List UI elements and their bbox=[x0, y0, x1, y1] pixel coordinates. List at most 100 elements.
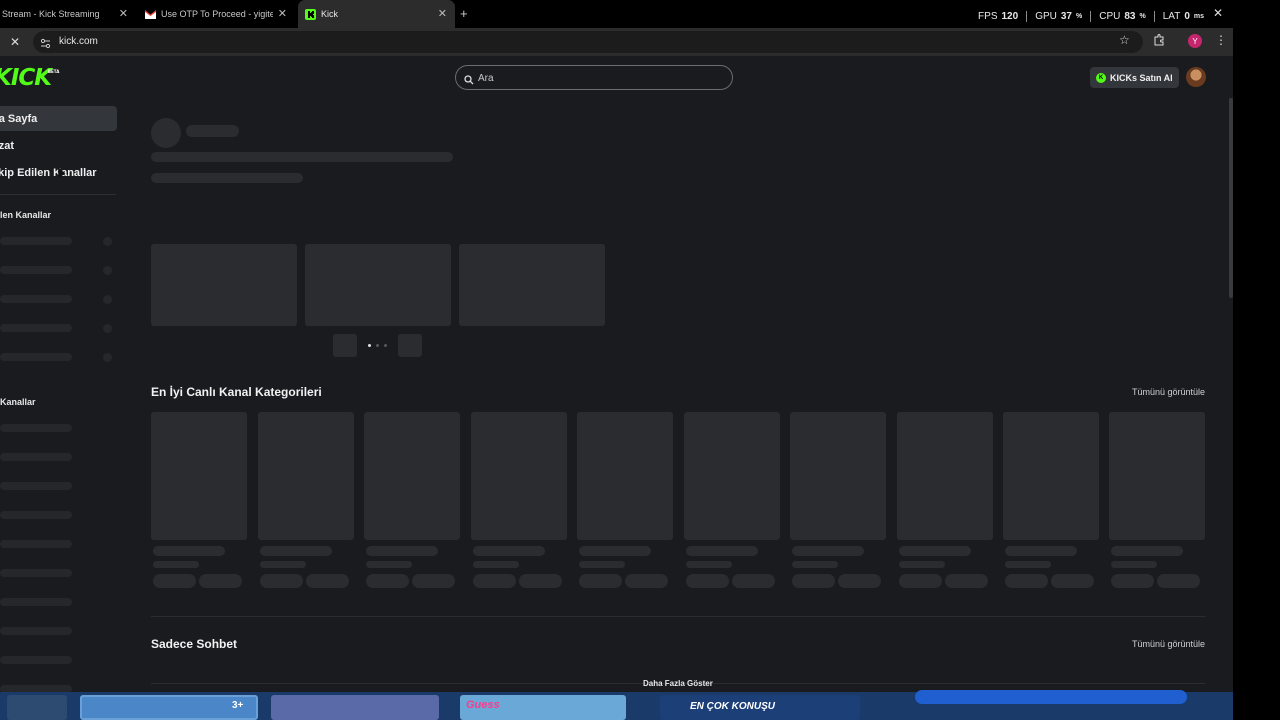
category-tag-skeleton bbox=[1005, 574, 1048, 588]
category-viewers-skeleton bbox=[1005, 561, 1051, 568]
channel-skeleton bbox=[0, 295, 72, 303]
channel-skeleton-dot bbox=[103, 353, 112, 362]
promo-thumbnail[interactable]: 3+ bbox=[80, 695, 258, 720]
promo-game-label: Guess bbox=[466, 699, 500, 711]
profile-avatar[interactable]: Y bbox=[1188, 34, 1202, 48]
carousel-dot-active[interactable] bbox=[368, 344, 371, 347]
category-tag-skeleton bbox=[519, 574, 562, 588]
category-tag-skeleton bbox=[473, 574, 516, 588]
address-bar: ✕ kick.com ☆ Y ⋮ bbox=[0, 28, 1233, 56]
show-more-button[interactable]: Daha Fazla Göster bbox=[643, 679, 713, 688]
sidebar-item-browse[interactable]: özat bbox=[0, 133, 117, 158]
categories-section-title: En İyi Canlı Kanal Kategorileri bbox=[151, 385, 322, 399]
search-icon bbox=[464, 72, 474, 90]
gpu-unit: % bbox=[1075, 13, 1083, 20]
bottom-promo-banner: 3+ Guess EN ÇOK KONUŞU bbox=[0, 690, 1233, 720]
promo-thumbnail[interactable]: EN ÇOK KONUŞU bbox=[660, 695, 860, 720]
carousel-card-skeleton[interactable] bbox=[459, 244, 605, 326]
category-card-skeleton[interactable] bbox=[790, 412, 886, 540]
channel-skeleton bbox=[0, 482, 72, 490]
omnibox[interactable]: kick.com bbox=[33, 31, 1143, 53]
channel-skeleton bbox=[0, 598, 72, 606]
tab-title: Stream - Kick Streaming bbox=[2, 9, 100, 19]
promo-thumbnail[interactable] bbox=[7, 695, 67, 720]
cpu-unit: % bbox=[1139, 13, 1146, 20]
promo-cta-pill[interactable] bbox=[915, 690, 1187, 704]
channel-skeleton bbox=[0, 453, 72, 461]
tab-close-icon[interactable]: ✕ bbox=[278, 7, 287, 20]
category-viewers-skeleton bbox=[366, 561, 412, 568]
tab-kick-stream[interactable]: Stream - Kick Streaming ✕ bbox=[2, 0, 136, 28]
category-card-skeleton[interactable] bbox=[577, 412, 673, 540]
category-tag-skeleton bbox=[199, 574, 242, 588]
buy-kicks-label: KICKs Satın Al bbox=[1110, 72, 1173, 83]
featured-name-skeleton bbox=[186, 125, 239, 137]
screen: { "browser": { "tabs": [ {"title": "Stre… bbox=[0, 0, 1280, 720]
carousel-next-button[interactable] bbox=[398, 334, 422, 357]
section-divider bbox=[151, 616, 1205, 617]
channel-skeleton bbox=[0, 627, 72, 635]
category-tag-skeleton bbox=[306, 574, 349, 588]
category-card-skeleton[interactable] bbox=[151, 412, 247, 540]
category-viewers-skeleton bbox=[686, 561, 732, 568]
search-box[interactable] bbox=[455, 65, 733, 90]
carousel-prev-button[interactable] bbox=[333, 334, 357, 357]
channel-skeleton-dot bbox=[103, 237, 112, 246]
cpu-label: CPU bbox=[1099, 11, 1121, 22]
kick-favicon-icon bbox=[305, 8, 316, 20]
tab-kick-active[interactable]: Kick ✕ bbox=[298, 0, 455, 28]
category-viewers-skeleton bbox=[473, 561, 519, 568]
category-tag-skeleton bbox=[899, 574, 942, 588]
new-tab-button[interactable]: + bbox=[460, 6, 468, 21]
sidebar-item-home[interactable]: na Sayfa bbox=[0, 106, 117, 131]
search-input[interactable] bbox=[478, 70, 718, 86]
category-card-skeleton[interactable] bbox=[1003, 412, 1099, 540]
chat-only-see-all-link[interactable]: Tümünü görüntüle bbox=[1132, 639, 1205, 649]
extensions-icon[interactable] bbox=[1153, 33, 1165, 51]
category-card-skeleton[interactable] bbox=[1109, 412, 1205, 540]
promo-thumbnail[interactable]: Guess bbox=[460, 695, 626, 720]
tab-gmail-otp[interactable]: Use OTP To Proceed - yigitegel ✕ bbox=[145, 0, 295, 28]
promo-thumbnail[interactable] bbox=[271, 695, 439, 720]
window-close-button[interactable]: ✕ bbox=[1213, 6, 1223, 20]
site-settings-icon[interactable] bbox=[40, 36, 51, 54]
category-card-skeleton[interactable] bbox=[684, 412, 780, 540]
kicks-coin-icon: K bbox=[1096, 72, 1106, 83]
category-tag-skeleton bbox=[945, 574, 988, 588]
category-card-skeleton[interactable] bbox=[897, 412, 993, 540]
user-avatar[interactable] bbox=[1186, 67, 1206, 87]
category-tag-skeleton bbox=[153, 574, 196, 588]
featured-title-skeleton bbox=[151, 152, 453, 162]
category-card-skeleton[interactable] bbox=[258, 412, 354, 540]
category-name-skeleton bbox=[579, 546, 651, 556]
category-name-skeleton bbox=[792, 546, 864, 556]
channel-skeleton-dot bbox=[103, 295, 112, 304]
category-card-skeleton[interactable] bbox=[364, 412, 460, 540]
category-tag-skeleton bbox=[260, 574, 303, 588]
category-card-skeleton[interactable] bbox=[471, 412, 567, 540]
channel-skeleton bbox=[0, 656, 72, 664]
category-name-skeleton bbox=[260, 546, 332, 556]
category-tag-skeleton bbox=[366, 574, 409, 588]
stop-loading-button[interactable]: ✕ bbox=[10, 35, 20, 49]
channel-skeleton bbox=[0, 353, 72, 361]
bookmark-star-icon[interactable]: ☆ bbox=[1119, 33, 1130, 47]
category-name-skeleton bbox=[473, 546, 545, 556]
tab-close-icon[interactable]: ✕ bbox=[438, 7, 447, 20]
browser-menu-icon[interactable]: ⋮ bbox=[1215, 33, 1227, 47]
carousel-card-skeleton[interactable] bbox=[151, 244, 297, 326]
buy-kicks-button[interactable]: K KICKs Satın Al bbox=[1090, 67, 1179, 88]
tab-close-icon[interactable]: ✕ bbox=[119, 7, 128, 20]
sidebar-item-label: akip Edilen Kanallar bbox=[0, 166, 97, 179]
carousel-dot[interactable] bbox=[384, 344, 387, 347]
categories-see-all-link[interactable]: Tümünü görüntüle bbox=[1132, 387, 1205, 397]
sidebar-divider bbox=[0, 194, 116, 195]
lat-value: 0 bbox=[1184, 11, 1190, 22]
tab-title: Kick bbox=[321, 9, 339, 19]
carousel-dot[interactable] bbox=[376, 344, 379, 347]
category-tag-skeleton bbox=[1111, 574, 1154, 588]
sidebar-item-label: özat bbox=[0, 139, 14, 152]
carousel-card-skeleton[interactable] bbox=[305, 244, 451, 326]
channel-skeleton bbox=[0, 569, 72, 577]
featured-meta-skeleton bbox=[151, 173, 303, 183]
